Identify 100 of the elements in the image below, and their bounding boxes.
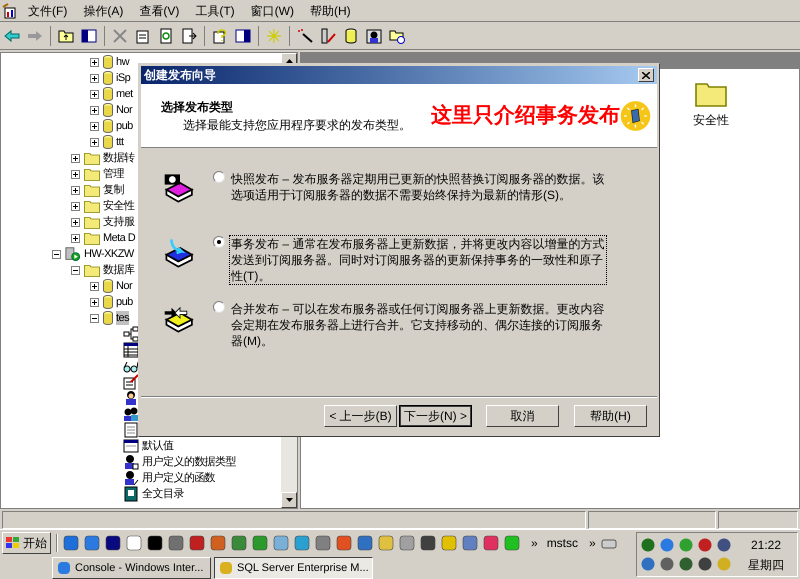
tree-item[interactable]: Meta D [103, 231, 136, 245]
app-shortcut-icon[interactable] [210, 535, 226, 551]
tree-item[interactable]: Nor [116, 103, 132, 117]
up-arrow-icon[interactable] [286, 59, 292, 63]
close-button[interactable] [638, 68, 654, 82]
expand-toggle[interactable] [52, 250, 61, 258]
tray-icon[interactable] [640, 556, 656, 572]
tree-item[interactable]: 复制 [103, 183, 124, 197]
dialog-button[interactable]: < 上一步(B) [324, 405, 397, 427]
folder-up-icon[interactable] [58, 28, 74, 44]
dialog-button[interactable]: 取消 [486, 405, 559, 427]
option-label[interactable]: 事务发布 – 通常在发布服务器上更新数据，并将更改内容以增量的方式发送到订阅服务器。同时对订阅服务器的更新保持事务的一致性和原子性(T)。 [229, 235, 607, 285]
tree-item[interactable]: HW-XKZW [84, 247, 134, 261]
expand-toggle[interactable] [71, 170, 80, 178]
start-button[interactable]: 开始 [2, 532, 51, 554]
tray-icon[interactable] [678, 556, 694, 572]
tray-icon[interactable] [716, 537, 732, 553]
radio-button[interactable] [213, 301, 225, 313]
tree-item[interactable]: pub [116, 119, 133, 133]
tree-item[interactable]: 用户定义的函数 [142, 471, 216, 485]
tree-item[interactable]: iSp [116, 71, 130, 85]
app-shortcut-icon[interactable] [336, 535, 352, 551]
tree-item[interactable]: tes [116, 311, 130, 325]
panel-icon[interactable] [81, 28, 97, 44]
app-shortcut-icon[interactable] [231, 535, 247, 551]
tray-icon[interactable] [697, 556, 713, 572]
app-shortcut-icon[interactable] [126, 535, 142, 551]
refresh-icon[interactable] [158, 28, 174, 44]
more-chevron[interactable]: » [589, 534, 596, 552]
tree-item[interactable]: 支持服 [103, 215, 134, 229]
tree-item[interactable]: hw [116, 55, 129, 69]
app-shortcut-icon[interactable] [357, 535, 373, 551]
help-icon[interactable] [212, 28, 228, 44]
expand-toggle[interactable] [71, 266, 80, 274]
expand-toggle[interactable] [90, 58, 99, 66]
task-button[interactable]: SQL Server Enterprise M... [214, 557, 373, 579]
dialog-button[interactable]: 下一步(N) > [399, 405, 472, 427]
tree-item[interactable]: 管理 [103, 167, 124, 181]
database-icon [103, 55, 113, 69]
expand-toggle[interactable] [71, 202, 80, 210]
option-label[interactable]: 快照发布 – 发布服务器定期用已更新的快照替换订阅服务器的数据。该选项适用于订阅服务器的数据不需要始终保持为最新的情形(S)。 [229, 170, 607, 204]
person-icon[interactable] [366, 28, 382, 44]
wand-icon[interactable] [297, 28, 313, 44]
panel-icon[interactable] [235, 28, 251, 44]
dialog-button[interactable]: 帮助(H) [574, 405, 647, 427]
expand-toggle[interactable] [90, 282, 99, 290]
menu-item[interactable]: 窗口(W) [244, 2, 300, 20]
expand-toggle[interactable] [71, 186, 80, 194]
app-shortcut-icon[interactable] [63, 535, 79, 551]
app-shortcut-icon[interactable] [84, 535, 100, 551]
radio-button[interactable] [213, 236, 225, 248]
task-button[interactable]: Console - Windows Inter... [52, 557, 211, 579]
windows-logo-icon [6, 537, 20, 549]
database-icon[interactable] [343, 28, 359, 44]
pencil-icon[interactable] [320, 28, 336, 44]
app-shortcut-icon[interactable] [189, 535, 205, 551]
tree-item[interactable]: 数据转 [103, 151, 134, 165]
tray-icon[interactable] [697, 537, 713, 553]
expand-toggle[interactable] [90, 74, 99, 82]
expand-toggle[interactable] [90, 106, 99, 114]
tree-item[interactable]: 数据库 [103, 263, 134, 277]
expand-toggle[interactable] [90, 298, 99, 306]
expand-toggle[interactable] [90, 314, 99, 322]
menu-item[interactable]: 工具(T) [189, 2, 241, 20]
back-arrow-icon[interactable] [4, 28, 20, 44]
list-item[interactable]: 安全性 [693, 111, 729, 129]
app-shortcut-icon[interactable] [420, 535, 436, 551]
plus-icon [92, 60, 97, 64]
menu-item[interactable]: 帮助(H) [304, 2, 357, 20]
app-shortcut-icon[interactable] [483, 535, 499, 551]
export-icon[interactable] [181, 28, 197, 44]
menu-item[interactable]: 操作(A) [77, 2, 130, 20]
more-chevron[interactable]: » [531, 534, 538, 552]
clock[interactable]: 21:22 [750, 534, 782, 554]
tree-item[interactable]: 用户定义的数据类型 [142, 455, 236, 469]
expand-toggle[interactable] [90, 138, 99, 146]
tree-item[interactable]: 安全性 [103, 199, 134, 213]
expand-toggle[interactable] [71, 234, 80, 242]
expand-toggle[interactable] [90, 122, 99, 130]
tree-item[interactable]: met [116, 87, 133, 101]
expand-toggle[interactable] [71, 218, 80, 226]
down-arrow-icon[interactable] [286, 498, 292, 502]
radio-button[interactable] [213, 171, 225, 183]
tree-item[interactable]: 默认值 [142, 439, 174, 453]
app-shortcut-icon[interactable] [168, 535, 184, 551]
app-shortcut-icon[interactable] [147, 535, 163, 551]
expand-toggle[interactable] [90, 90, 99, 98]
tray-icon[interactable] [659, 556, 675, 572]
properties-icon[interactable] [135, 28, 151, 44]
app-shortcut-icon[interactable] [105, 535, 121, 551]
tree-item[interactable]: ttt [116, 135, 124, 149]
option-label[interactable]: 合并发布 – 可以在发布服务器或任何订阅服务器上更新数据。更改内容会定期在发布服务器上进行合并。它支持移动的、偶尔连接的订阅服务器(M)。 [229, 300, 607, 350]
tree-item[interactable]: 全文目录 [142, 487, 184, 501]
folder-clock-icon[interactable] [389, 28, 405, 44]
tray-icon[interactable] [640, 537, 656, 553]
menu-item[interactable]: 文件(F) [22, 2, 74, 20]
tree-item[interactable]: pub [116, 295, 133, 309]
menu-item[interactable]: 查看(V) [133, 2, 186, 20]
tree-item[interactable]: Nor [116, 279, 132, 293]
expand-toggle[interactable] [71, 154, 80, 162]
